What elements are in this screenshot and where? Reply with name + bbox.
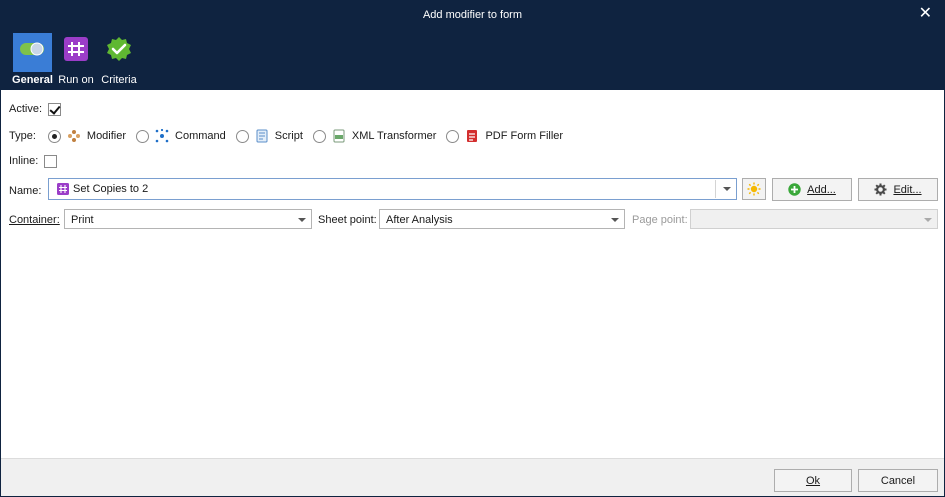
type-row: Type: Modifier Command Script XML Transf… (9, 126, 573, 146)
edit-button[interactable]: Edit... (858, 178, 938, 201)
tab-label: General (12, 74, 53, 86)
xml-icon (333, 129, 345, 143)
page-point-label: Page point: (632, 214, 688, 226)
inline-row: Inline: (9, 151, 58, 171)
combo-divider (715, 180, 716, 198)
type-label: Type: (9, 130, 36, 142)
title-bar: Add modifier to form ✕ General Run on Cr… (1, 1, 944, 90)
radio-xml[interactable] (312, 129, 326, 143)
container-select[interactable]: Print (64, 209, 312, 229)
sun-icon (747, 182, 761, 196)
active-row: Active: (9, 99, 62, 119)
modifier-icon (67, 130, 80, 142)
toggle-icon (20, 42, 44, 56)
type-option-label: XML Transformer (351, 130, 437, 142)
type-option-script[interactable]: Script (235, 129, 303, 143)
cancel-button[interactable]: Cancel (858, 469, 938, 492)
suggest-button[interactable] (742, 178, 766, 200)
active-label: Active: (9, 103, 43, 115)
chevron-down-icon (924, 218, 932, 222)
ok-button-label: Ok (805, 474, 821, 487)
tab-criteria[interactable]: Criteria (98, 33, 140, 89)
cancel-button-label: Cancel (880, 474, 916, 487)
chevron-down-icon[interactable] (611, 218, 619, 222)
type-option-pdf[interactable]: PDF Form Filler (446, 129, 563, 143)
dialog-footer: Ok Cancel (1, 458, 944, 496)
hash-icon (64, 37, 88, 61)
add-button-label: Add... (807, 183, 836, 196)
type-option-xml[interactable]: XML Transformer (312, 129, 437, 143)
sheet-point-select[interactable]: After Analysis (379, 209, 625, 229)
edit-button-label: Edit... (893, 183, 922, 196)
ok-button[interactable]: Ok (774, 469, 852, 492)
container-label: Container: (9, 214, 60, 226)
inline-label: Inline: (9, 155, 39, 167)
close-icon[interactable]: ✕ (919, 6, 932, 22)
radio-modifier[interactable] (47, 129, 61, 143)
script-icon (256, 129, 268, 143)
name-label: Name: (9, 185, 42, 197)
type-option-label: Script (274, 130, 303, 142)
command-icon (155, 129, 169, 143)
tab-run-on[interactable]: Run on (56, 33, 96, 89)
active-checkbox[interactable] (48, 102, 62, 116)
add-circle-icon (788, 183, 801, 196)
gear-icon (874, 183, 887, 196)
chevron-down-icon[interactable] (298, 218, 306, 222)
type-option-modifier[interactable]: Modifier (47, 129, 127, 143)
radio-script[interactable] (235, 129, 249, 143)
tab-label: Criteria (101, 74, 137, 86)
type-option-label: Command (175, 130, 226, 142)
type-option-label: Modifier (86, 130, 127, 142)
dialog-window: Add modifier to form ✕ General Run on Cr… (0, 0, 945, 497)
page-point-select (690, 209, 938, 229)
chevron-down-icon[interactable] (723, 187, 731, 191)
name-input[interactable]: Set Copies to 2 (73, 183, 148, 195)
dialog-title: Add modifier to form (422, 9, 523, 21)
add-button[interactable]: Add... (772, 178, 852, 201)
tab-label: Run on (58, 74, 94, 86)
check-badge-icon (107, 37, 131, 61)
hash-icon (57, 183, 69, 195)
sheet-point-label: Sheet point: (318, 214, 377, 226)
type-option-command[interactable]: Command (136, 129, 226, 143)
radio-pdf[interactable] (446, 129, 460, 143)
name-combobox[interactable]: Set Copies to 2 (48, 178, 737, 200)
type-option-label: PDF Form Filler (485, 130, 564, 142)
pdf-icon (467, 130, 478, 142)
radio-command[interactable] (136, 129, 150, 143)
sheet-point-value: After Analysis (386, 214, 453, 226)
inline-checkbox[interactable] (44, 154, 58, 168)
container-value: Print (71, 214, 94, 226)
tab-general[interactable]: General (11, 33, 54, 89)
